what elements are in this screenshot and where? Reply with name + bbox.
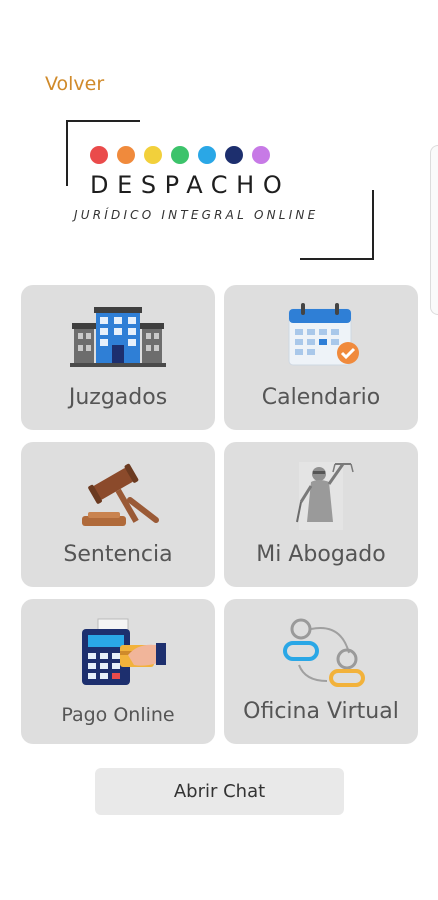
menu-tile-oficina-virtual[interactable]: Oficina Virtual [224, 599, 418, 744]
menu-tile-juzgados[interactable]: Juzgados [21, 285, 215, 430]
menu-tile-label: Mi Abogado [256, 542, 386, 567]
menu-tile-sentencia[interactable]: Sentencia [21, 442, 215, 587]
menu-tile-calendario[interactable]: Calendario [224, 285, 418, 430]
connected-users-icon [283, 618, 365, 687]
logo-dot [198, 146, 216, 164]
side-drawer-handle[interactable] [430, 145, 438, 315]
menu-tile-pago-online[interactable]: Pago Online [21, 599, 215, 744]
open-chat-button[interactable]: Abrir Chat [95, 768, 344, 815]
logo-dot [90, 146, 108, 164]
logo-dot [117, 146, 135, 164]
logo-subtitle: JURÍDICO INTEGRAL ONLINE [74, 208, 319, 222]
gavel-icon [82, 463, 159, 526]
logo-dot [225, 146, 243, 164]
menu-tile-label: Pago Online [61, 704, 175, 726]
menu-tile-label: Juzgados [68, 385, 168, 410]
menu-tile-label: Oficina Virtual [243, 699, 399, 724]
logo-dot [171, 146, 189, 164]
back-link[interactable]: Volver [45, 73, 104, 95]
menu-tile-mi-abogado[interactable]: Mi Abogado [224, 442, 418, 587]
menu-tile-label: Sentencia [63, 542, 173, 567]
lady-justice-icon [296, 462, 354, 530]
calendar-check-icon [288, 303, 359, 366]
app-logo: DESPACHO JURÍDICO INTEGRAL ONLINE [64, 118, 376, 260]
logo-dot [252, 146, 270, 164]
menu-tile-label: Calendario [261, 385, 381, 410]
courthouse-building-icon [70, 307, 166, 367]
card-payment-terminal-icon [82, 618, 166, 685]
logo-frame-bottom-right [300, 190, 374, 260]
logo-color-dots [90, 146, 270, 164]
logo-dot [144, 146, 162, 164]
logo-title: DESPACHO [90, 171, 291, 199]
